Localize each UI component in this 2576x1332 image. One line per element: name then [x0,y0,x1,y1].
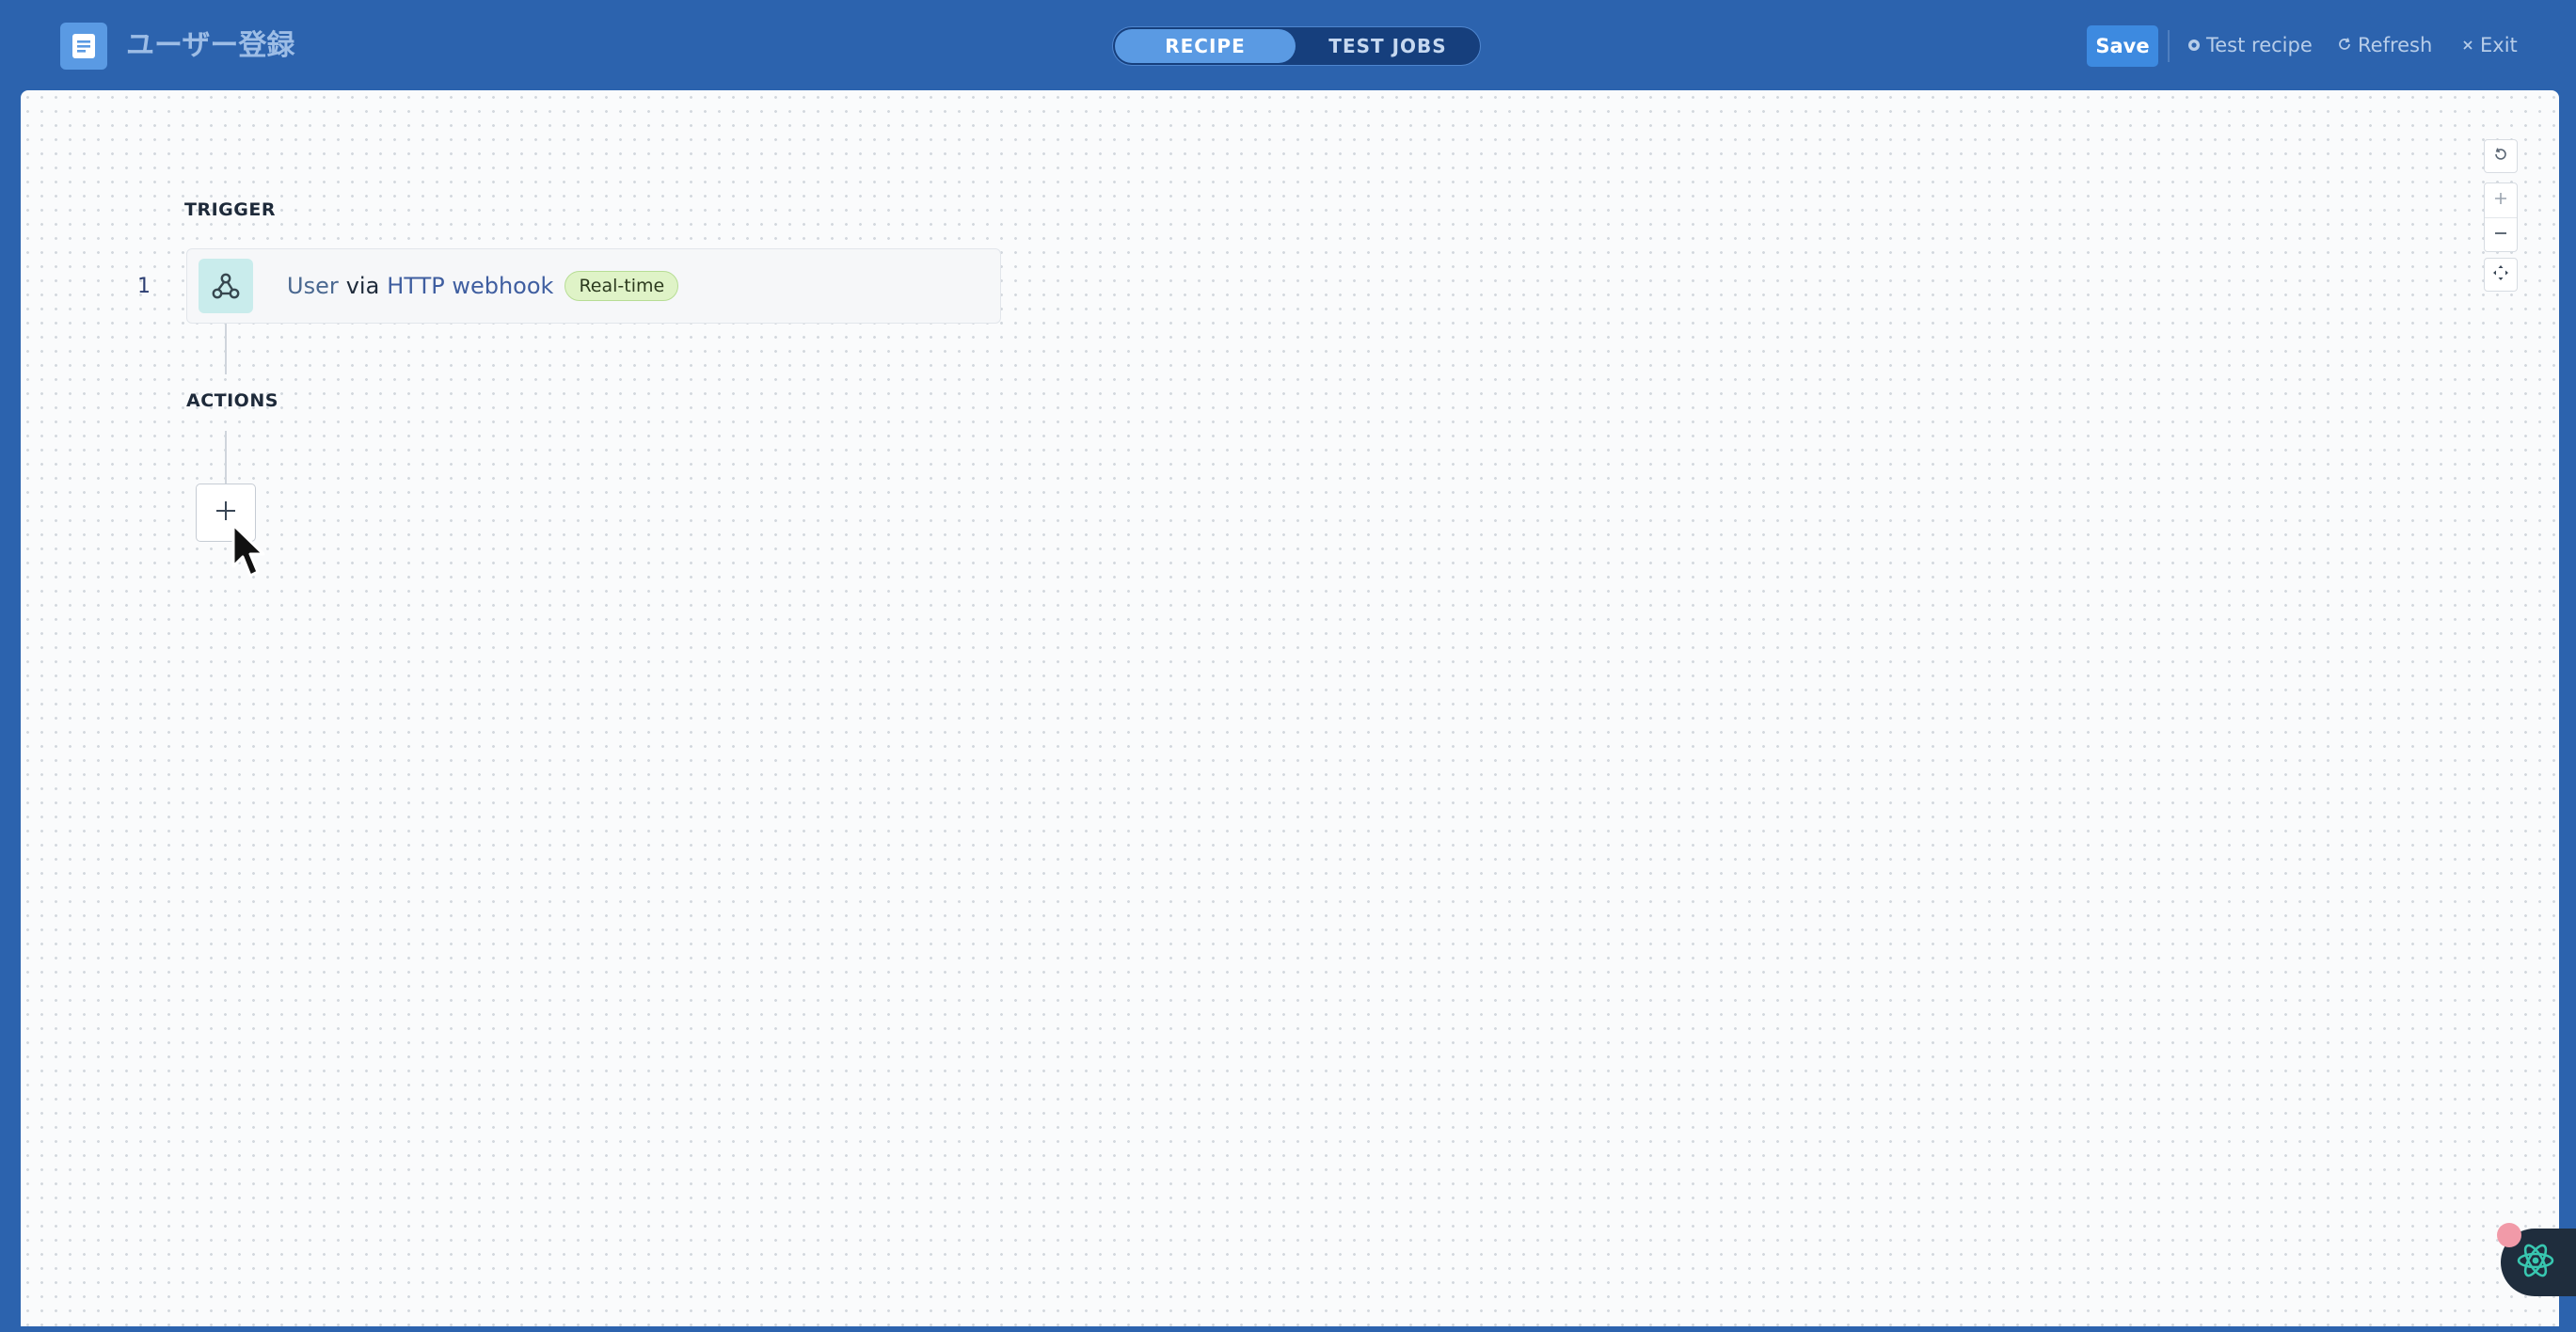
mouse-cursor-icon [231,523,269,585]
recipe-header: ユーザー登録 RECIPE TEST JOBS Save Test recipe… [0,0,2576,90]
actions-section-label: ACTIONS [186,390,278,411]
notification-dot [2497,1223,2521,1247]
trigger-step-card[interactable]: User via HTTP webhook Real-time [186,248,1001,324]
test-recipe-label: Test recipe [2206,34,2313,56]
zoom-out-icon [2493,226,2508,245]
refresh-button[interactable]: Refresh [2337,28,2432,62]
fit-view-button[interactable] [2484,258,2518,292]
realtime-badge: Real-time [564,271,679,301]
tab-test-jobs[interactable]: TEST JOBS [1297,29,1478,63]
zoom-out-button[interactable] [2485,217,2517,252]
exit-label: Exit [2480,34,2518,56]
recipe-title[interactable]: ユーザー登録 [126,23,294,70]
step-connector [225,324,227,374]
header-divider [2168,30,2170,62]
step-number: 1 [137,275,151,298]
tab-recipe[interactable]: RECIPE [1115,29,1296,63]
zoom-in-icon [2493,191,2508,210]
atom-icon [2514,1239,2557,1286]
test-recipe-icon [2187,28,2201,62]
close-icon [2461,28,2474,62]
refresh-label: Refresh [2358,34,2433,56]
recipe-canvas[interactable]: TRIGGER 1 User via HTTP webhook Real-tim… [21,90,2559,1332]
trigger-app-name: HTTP webhook [387,273,554,299]
reset-zoom-icon [2493,147,2508,166]
zoom-in-button[interactable] [2485,183,2517,217]
canvas-bottom-edge [21,1326,2559,1332]
reset-zoom-button[interactable] [2484,139,2518,173]
document-icon[interactable] [60,23,107,70]
trigger-section-label: TRIGGER [184,199,276,220]
test-recipe-button[interactable]: Test recipe [2187,28,2313,62]
refresh-icon [2337,28,2352,62]
trigger-via: via [345,273,380,299]
trigger-object: User [287,273,339,299]
exit-button[interactable]: Exit [2461,28,2518,62]
fit-view-icon [2492,264,2509,285]
view-tabs: RECIPE TEST JOBS [1112,26,1481,66]
zoom-controls [2484,182,2518,252]
plus-icon [215,500,237,526]
trigger-step-text: User via HTTP webhook Real-time [287,249,679,323]
step-connector [225,431,227,484]
save-button[interactable]: Save [2087,25,2158,67]
webhook-icon [199,259,253,313]
